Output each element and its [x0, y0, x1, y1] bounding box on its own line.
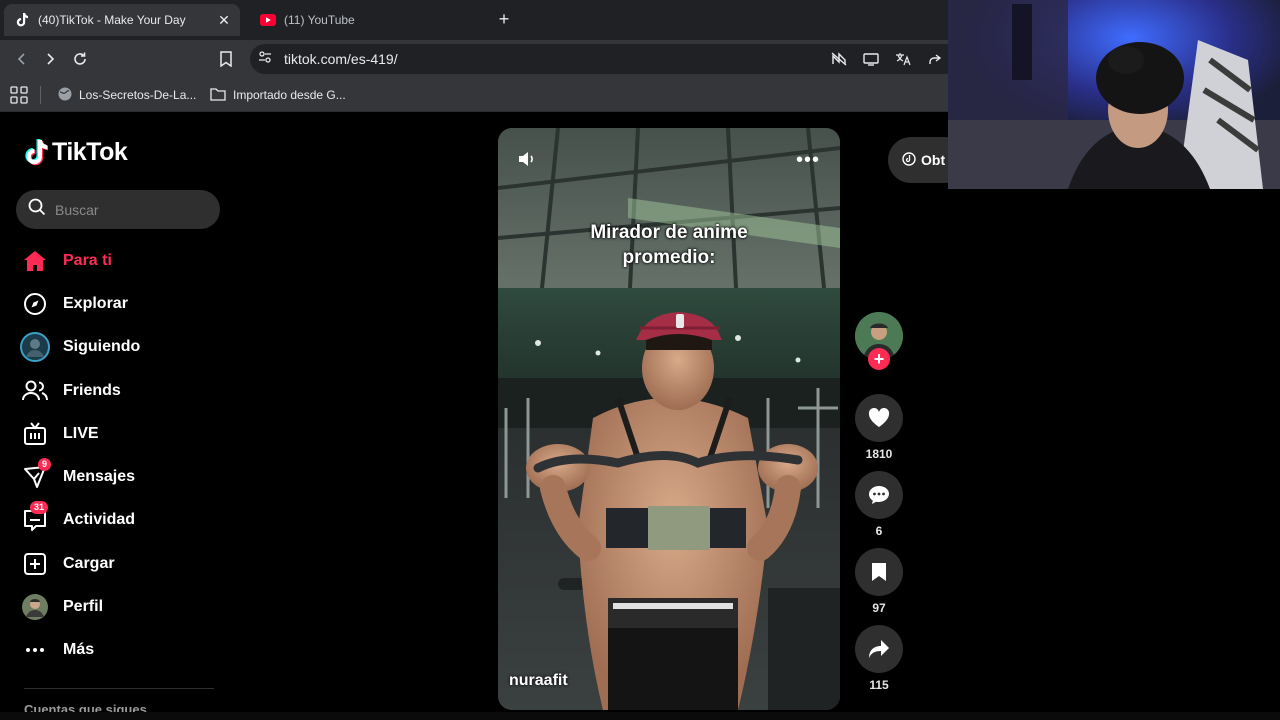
sidebar-item-label: Para ti: [63, 252, 112, 269]
tiktok-favicon-icon: [14, 12, 30, 28]
sidebar-item-perfil[interactable]: Perfil: [20, 589, 103, 625]
sidebar-item-cargar[interactable]: Cargar: [20, 546, 115, 582]
video-player[interactable]: ••• Mirador de anime promedio: nuraafit: [498, 128, 840, 710]
taskbar-strip: [0, 712, 1280, 720]
bookmark-save-icon[interactable]: [855, 548, 903, 596]
search-icon: [28, 198, 46, 221]
save-count: 97: [872, 601, 886, 615]
comment-count: 6: [875, 524, 883, 538]
like-action[interactable]: 1810: [855, 394, 903, 461]
tab-title: (11) YouTube: [284, 13, 355, 27]
home-icon: [20, 246, 50, 276]
sidebar-item-para-ti[interactable]: Para ti: [20, 243, 112, 279]
caption-line: promedio:: [622, 247, 716, 268]
bookmark-imported-folder[interactable]: Importado desde G...: [210, 85, 346, 105]
messages-badge: 9: [38, 458, 52, 471]
new-tab-button[interactable]: +: [494, 8, 514, 30]
caption-line: Mirador de anime: [590, 222, 748, 243]
sidebar-item-mas[interactable]: Más: [20, 632, 94, 668]
activity-badge: 31: [30, 501, 49, 514]
globe-icon: [58, 87, 72, 104]
bookmark-secretos[interactable]: Los-Secretos-De-La...: [58, 85, 196, 105]
tiktok-logo[interactable]: TikTok: [24, 138, 128, 167]
tab-title: (40)TikTok - Make Your Day: [38, 13, 186, 27]
cast-icon[interactable]: [862, 50, 880, 68]
tracking-icon[interactable]: [830, 50, 848, 68]
webcam-overlay: [948, 0, 1280, 189]
video-actions: + 1810 6 97 115: [855, 312, 903, 692]
tab-youtube[interactable]: (11) YouTube: [250, 4, 486, 36]
sidebar-item-label: Actividad: [63, 511, 136, 528]
video-more-options-icon[interactable]: •••: [796, 150, 820, 170]
activity-icon: 31: [20, 501, 50, 535]
search-placeholder: Buscar: [55, 201, 99, 218]
sidebar-item-label: LIVE: [63, 425, 99, 442]
gym-video-frame: [498, 128, 840, 710]
get-app-label: Obt: [921, 152, 946, 168]
logo-text: TikTok: [52, 138, 128, 166]
tiktok-logo-icon: [25, 139, 48, 166]
sidebar-item-label: Perfil: [63, 598, 104, 615]
address-bar[interactable]: tiktok.com/es-419/: [250, 44, 960, 74]
profile-avatar-icon: [20, 592, 50, 622]
translate-icon[interactable]: [894, 50, 912, 68]
tab-close-icon[interactable]: ✕: [216, 12, 232, 28]
friends-icon: [20, 376, 50, 406]
sidebar-item-explorar[interactable]: Explorar: [20, 286, 128, 322]
compass-icon: [20, 289, 50, 319]
sidebar-item-siguiendo[interactable]: Siguiendo: [20, 329, 140, 365]
search-input[interactable]: Buscar: [16, 190, 220, 229]
live-tv-icon: [20, 419, 50, 449]
folder-icon: [210, 87, 226, 104]
comment-action[interactable]: 6: [855, 471, 903, 538]
follow-button[interactable]: +: [868, 348, 890, 370]
back-icon[interactable]: [10, 47, 34, 71]
youtube-favicon-icon: [260, 12, 276, 28]
tab-tiktok[interactable]: (40)TikTok - Make Your Day ✕: [4, 4, 240, 36]
sidebar-item-label: Más: [63, 641, 95, 658]
video-username[interactable]: nuraafit: [509, 672, 568, 690]
upload-icon: [20, 549, 50, 579]
share-count: 115: [869, 678, 889, 692]
following-avatar-icon: [20, 332, 50, 362]
like-count: 1810: [865, 447, 893, 461]
sidebar-item-mensajes[interactable]: 9 Mensajes: [20, 458, 136, 495]
bookmark-label: Los-Secretos-De-La...: [79, 88, 197, 102]
messages-icon: 9: [20, 458, 52, 492]
bookmark-icon[interactable]: [214, 47, 238, 71]
site-info-icon[interactable]: [258, 50, 272, 69]
sidebar-item-live[interactable]: LIVE: [20, 416, 99, 452]
sidebar-item-friends[interactable]: Friends: [20, 373, 121, 409]
bookmarks-separator: [40, 86, 41, 104]
sidebar-item-label: Cargar: [63, 555, 115, 572]
share-icon[interactable]: [926, 50, 944, 68]
sidebar-item-actividad[interactable]: 31 Actividad: [20, 501, 136, 538]
tiktok-small-icon: [902, 151, 916, 169]
sidebar-item-label: Siguiendo: [63, 338, 141, 355]
more-dots-icon: [20, 635, 50, 665]
sidebar-item-label: Mensajes: [63, 468, 136, 485]
reload-icon[interactable]: [68, 47, 92, 71]
heart-icon[interactable]: [855, 394, 903, 442]
sidebar-divider: [24, 688, 214, 689]
screen: (40)TikTok - Make Your Day ✕ (11) YouTub…: [0, 0, 1280, 720]
bookmark-label: Importado desde G...: [233, 88, 346, 102]
sidebar-item-label: Explorar: [63, 295, 128, 312]
forward-icon[interactable]: [38, 47, 62, 71]
sidebar-item-label: Friends: [63, 382, 121, 399]
webcam-feed-image: [948, 0, 1280, 189]
url-text: tiktok.com/es-419/: [284, 51, 398, 67]
share-action[interactable]: 115: [855, 625, 903, 692]
save-action[interactable]: 97: [855, 548, 903, 615]
comment-icon[interactable]: [855, 471, 903, 519]
volume-icon[interactable]: [517, 150, 537, 173]
apps-grid-icon[interactable]: [10, 85, 28, 105]
video-caption: Mirador de anime promedio:: [498, 220, 840, 270]
share-arrow-icon[interactable]: [855, 625, 903, 673]
